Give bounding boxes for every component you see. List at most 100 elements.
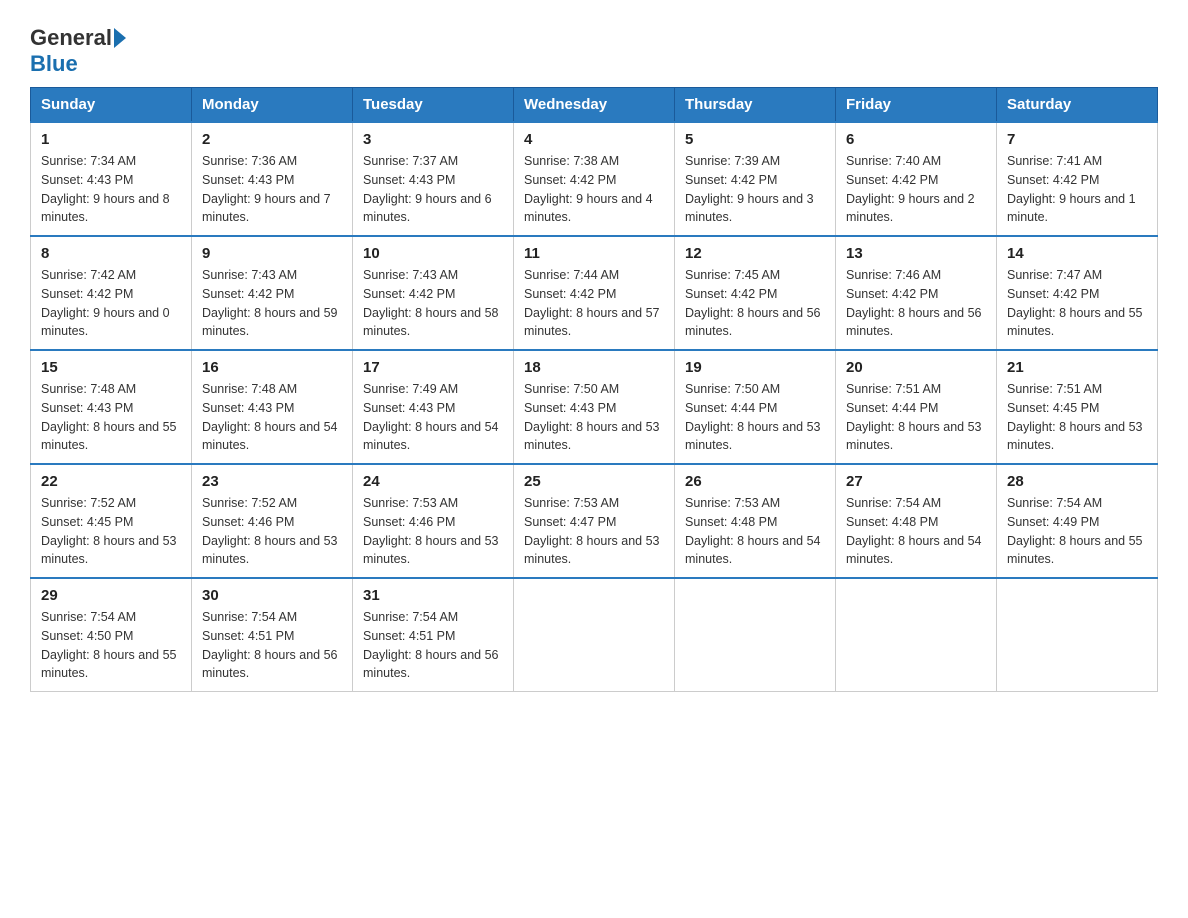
calendar-cell: 18 Sunrise: 7:50 AMSunset: 4:43 PMDaylig… — [514, 350, 675, 464]
calendar-cell: 1 Sunrise: 7:34 AMSunset: 4:43 PMDayligh… — [31, 122, 192, 236]
calendar-cell: 14 Sunrise: 7:47 AMSunset: 4:42 PMDaylig… — [997, 236, 1158, 350]
calendar-week-row: 1 Sunrise: 7:34 AMSunset: 4:43 PMDayligh… — [31, 122, 1158, 236]
calendar-table: SundayMondayTuesdayWednesdayThursdayFrid… — [30, 87, 1158, 692]
day-info: Sunrise: 7:54 AMSunset: 4:49 PMDaylight:… — [1007, 496, 1143, 566]
day-number: 17 — [363, 359, 503, 376]
calendar-cell: 29 Sunrise: 7:54 AMSunset: 4:50 PMDaylig… — [31, 578, 192, 692]
day-info: Sunrise: 7:53 AMSunset: 4:46 PMDaylight:… — [363, 496, 499, 566]
calendar-header-sunday: Sunday — [31, 88, 192, 123]
calendar-cell: 5 Sunrise: 7:39 AMSunset: 4:42 PMDayligh… — [675, 122, 836, 236]
day-info: Sunrise: 7:36 AMSunset: 4:43 PMDaylight:… — [202, 154, 331, 224]
day-number: 5 — [685, 131, 825, 148]
calendar-cell: 27 Sunrise: 7:54 AMSunset: 4:48 PMDaylig… — [836, 464, 997, 578]
day-info: Sunrise: 7:50 AMSunset: 4:44 PMDaylight:… — [685, 382, 821, 452]
day-number: 29 — [41, 587, 181, 604]
day-number: 21 — [1007, 359, 1147, 376]
header: General Blue — [30, 20, 1158, 77]
calendar-week-row: 8 Sunrise: 7:42 AMSunset: 4:42 PMDayligh… — [31, 236, 1158, 350]
calendar-cell: 15 Sunrise: 7:48 AMSunset: 4:43 PMDaylig… — [31, 350, 192, 464]
logo-blue-text: Blue — [30, 51, 78, 77]
day-number: 24 — [363, 473, 503, 490]
calendar-cell: 22 Sunrise: 7:52 AMSunset: 4:45 PMDaylig… — [31, 464, 192, 578]
day-info: Sunrise: 7:42 AMSunset: 4:42 PMDaylight:… — [41, 268, 170, 338]
calendar-cell — [675, 578, 836, 692]
day-info: Sunrise: 7:37 AMSunset: 4:43 PMDaylight:… — [363, 154, 492, 224]
calendar-cell: 16 Sunrise: 7:48 AMSunset: 4:43 PMDaylig… — [192, 350, 353, 464]
calendar-header-thursday: Thursday — [675, 88, 836, 123]
day-number: 14 — [1007, 245, 1147, 262]
day-number: 28 — [1007, 473, 1147, 490]
day-info: Sunrise: 7:51 AMSunset: 4:44 PMDaylight:… — [846, 382, 982, 452]
day-number: 9 — [202, 245, 342, 262]
day-info: Sunrise: 7:48 AMSunset: 4:43 PMDaylight:… — [41, 382, 177, 452]
day-number: 25 — [524, 473, 664, 490]
calendar-header-row: SundayMondayTuesdayWednesdayThursdayFrid… — [31, 88, 1158, 123]
day-number: 26 — [685, 473, 825, 490]
day-number: 6 — [846, 131, 986, 148]
day-info: Sunrise: 7:53 AMSunset: 4:47 PMDaylight:… — [524, 496, 660, 566]
day-number: 30 — [202, 587, 342, 604]
calendar-header-tuesday: Tuesday — [353, 88, 514, 123]
logo-triangle-icon — [114, 28, 126, 48]
calendar-cell: 23 Sunrise: 7:52 AMSunset: 4:46 PMDaylig… — [192, 464, 353, 578]
day-info: Sunrise: 7:54 AMSunset: 4:51 PMDaylight:… — [202, 610, 338, 680]
day-number: 10 — [363, 245, 503, 262]
calendar-cell: 6 Sunrise: 7:40 AMSunset: 4:42 PMDayligh… — [836, 122, 997, 236]
day-number: 1 — [41, 131, 181, 148]
calendar-week-row: 15 Sunrise: 7:48 AMSunset: 4:43 PMDaylig… — [31, 350, 1158, 464]
calendar-cell: 7 Sunrise: 7:41 AMSunset: 4:42 PMDayligh… — [997, 122, 1158, 236]
calendar-week-row: 22 Sunrise: 7:52 AMSunset: 4:45 PMDaylig… — [31, 464, 1158, 578]
calendar-cell: 9 Sunrise: 7:43 AMSunset: 4:42 PMDayligh… — [192, 236, 353, 350]
calendar-cell — [514, 578, 675, 692]
day-number: 27 — [846, 473, 986, 490]
calendar-cell: 3 Sunrise: 7:37 AMSunset: 4:43 PMDayligh… — [353, 122, 514, 236]
calendar-header-friday: Friday — [836, 88, 997, 123]
day-info: Sunrise: 7:46 AMSunset: 4:42 PMDaylight:… — [846, 268, 982, 338]
calendar-cell: 30 Sunrise: 7:54 AMSunset: 4:51 PMDaylig… — [192, 578, 353, 692]
day-info: Sunrise: 7:52 AMSunset: 4:45 PMDaylight:… — [41, 496, 177, 566]
day-info: Sunrise: 7:50 AMSunset: 4:43 PMDaylight:… — [524, 382, 660, 452]
day-info: Sunrise: 7:53 AMSunset: 4:48 PMDaylight:… — [685, 496, 821, 566]
day-info: Sunrise: 7:44 AMSunset: 4:42 PMDaylight:… — [524, 268, 660, 338]
logo: General Blue — [30, 25, 128, 77]
calendar-cell: 2 Sunrise: 7:36 AMSunset: 4:43 PMDayligh… — [192, 122, 353, 236]
day-number: 2 — [202, 131, 342, 148]
calendar-header-saturday: Saturday — [997, 88, 1158, 123]
day-number: 19 — [685, 359, 825, 376]
day-info: Sunrise: 7:48 AMSunset: 4:43 PMDaylight:… — [202, 382, 338, 452]
day-info: Sunrise: 7:34 AMSunset: 4:43 PMDaylight:… — [41, 154, 170, 224]
day-number: 22 — [41, 473, 181, 490]
calendar-cell: 13 Sunrise: 7:46 AMSunset: 4:42 PMDaylig… — [836, 236, 997, 350]
calendar-cell: 31 Sunrise: 7:54 AMSunset: 4:51 PMDaylig… — [353, 578, 514, 692]
day-info: Sunrise: 7:45 AMSunset: 4:42 PMDaylight:… — [685, 268, 821, 338]
day-number: 31 — [363, 587, 503, 604]
calendar-cell: 21 Sunrise: 7:51 AMSunset: 4:45 PMDaylig… — [997, 350, 1158, 464]
day-info: Sunrise: 7:49 AMSunset: 4:43 PMDaylight:… — [363, 382, 499, 452]
calendar-cell: 24 Sunrise: 7:53 AMSunset: 4:46 PMDaylig… — [353, 464, 514, 578]
day-info: Sunrise: 7:54 AMSunset: 4:48 PMDaylight:… — [846, 496, 982, 566]
day-info: Sunrise: 7:51 AMSunset: 4:45 PMDaylight:… — [1007, 382, 1143, 452]
day-info: Sunrise: 7:41 AMSunset: 4:42 PMDaylight:… — [1007, 154, 1136, 224]
day-number: 18 — [524, 359, 664, 376]
day-number: 23 — [202, 473, 342, 490]
day-info: Sunrise: 7:52 AMSunset: 4:46 PMDaylight:… — [202, 496, 338, 566]
calendar-cell: 11 Sunrise: 7:44 AMSunset: 4:42 PMDaylig… — [514, 236, 675, 350]
day-number: 16 — [202, 359, 342, 376]
calendar-header-wednesday: Wednesday — [514, 88, 675, 123]
day-number: 3 — [363, 131, 503, 148]
day-number: 4 — [524, 131, 664, 148]
calendar-cell: 19 Sunrise: 7:50 AMSunset: 4:44 PMDaylig… — [675, 350, 836, 464]
calendar-cell: 28 Sunrise: 7:54 AMSunset: 4:49 PMDaylig… — [997, 464, 1158, 578]
logo-general-text: General — [30, 25, 112, 51]
calendar-cell: 8 Sunrise: 7:42 AMSunset: 4:42 PMDayligh… — [31, 236, 192, 350]
day-info: Sunrise: 7:54 AMSunset: 4:51 PMDaylight:… — [363, 610, 499, 680]
calendar-week-row: 29 Sunrise: 7:54 AMSunset: 4:50 PMDaylig… — [31, 578, 1158, 692]
day-info: Sunrise: 7:40 AMSunset: 4:42 PMDaylight:… — [846, 154, 975, 224]
day-info: Sunrise: 7:43 AMSunset: 4:42 PMDaylight:… — [202, 268, 338, 338]
day-number: 11 — [524, 245, 664, 262]
day-number: 20 — [846, 359, 986, 376]
calendar-cell: 4 Sunrise: 7:38 AMSunset: 4:42 PMDayligh… — [514, 122, 675, 236]
calendar-cell: 20 Sunrise: 7:51 AMSunset: 4:44 PMDaylig… — [836, 350, 997, 464]
calendar-cell — [836, 578, 997, 692]
calendar-header-monday: Monday — [192, 88, 353, 123]
